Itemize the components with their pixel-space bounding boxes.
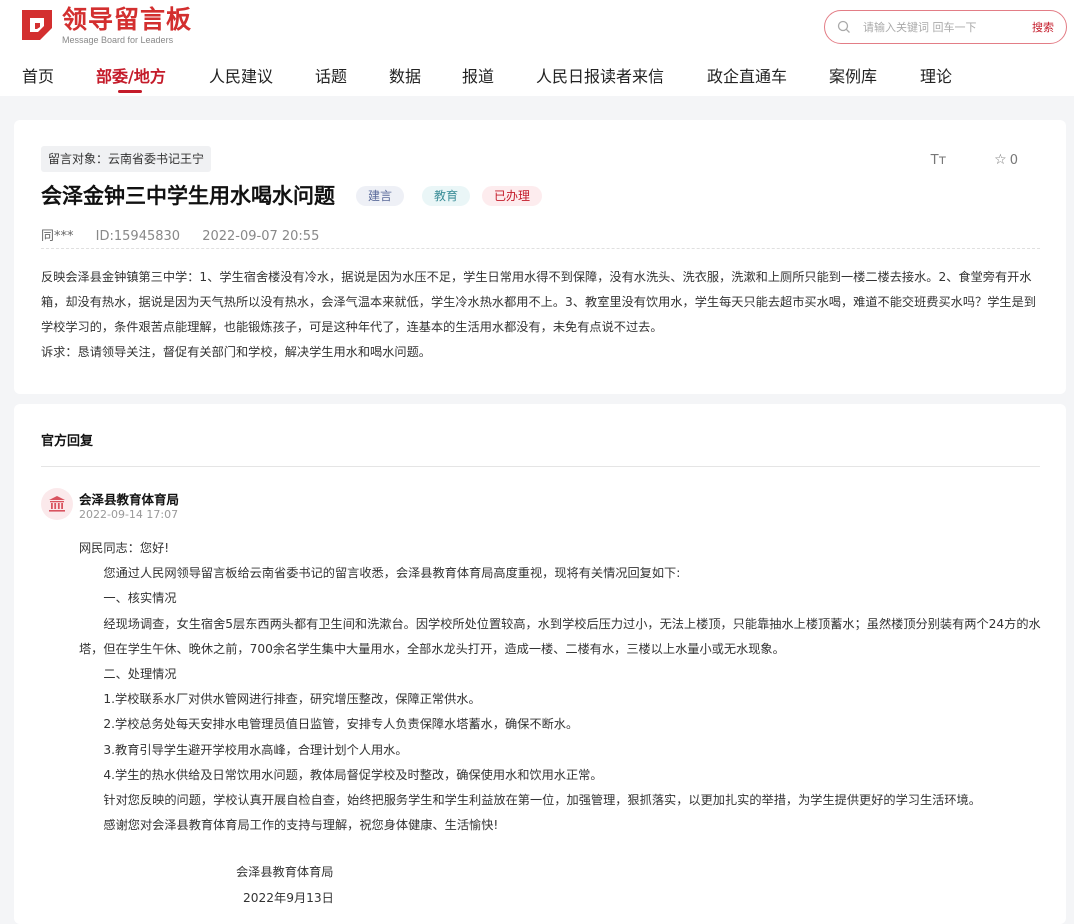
government-building-icon — [41, 488, 73, 520]
message-body: 反映会泽县金钟镇第三中学：1、学生宿舍楼没有冷水，据说是因为水压不足，学生日常用… — [41, 270, 1036, 334]
message-appeal: 诉求：恳请领导关注，督促有关部门和学校，解决学生用水和喝水问题。 — [41, 345, 431, 359]
reply-card: 官方回复 会泽县教育体育局 2022-09-14 17:07 网民同志：您好! … — [14, 404, 1066, 924]
reply-signature-date: 2022年9月13日 — [243, 891, 334, 905]
reply-heading: 官方回复 — [41, 434, 94, 449]
nav-item-reports[interactable]: 报道 — [462, 63, 494, 87]
tag-education[interactable]: 教育 — [422, 186, 471, 206]
reply-section-title: 二、处理情况 — [103, 667, 177, 682]
logo-subtitle: Message Board for Leaders — [62, 35, 174, 45]
search-icon — [837, 20, 850, 33]
divider — [41, 466, 1040, 467]
search-box[interactable]: 请输入关键词 回车一下 搜索 — [824, 10, 1067, 44]
site-logo[interactable]: 领导留言板 Message Board for Leaders — [20, 6, 192, 45]
divider — [41, 248, 1040, 249]
nav-item-business-express[interactable]: 政企直通车 — [707, 63, 787, 87]
reply-paragraph: 您通过人民网领导留言板给云南省委书记的留言收悉，会泽县教育体育局高度重视，现将有… — [103, 566, 681, 581]
reply-org-name: 会泽县教育体育局 — [79, 492, 180, 507]
nav-item-reader-letters[interactable]: 人民日报读者来信 — [536, 63, 664, 87]
nav-item-data[interactable]: 数据 — [389, 63, 421, 87]
reply-greeting: 网民同志：您好! — [79, 541, 170, 555]
message-content: 反映会泽县金钟镇第三中学：1、学生宿舍楼没有冷水，据说是因为水压不足，学生日常用… — [41, 265, 1040, 365]
nav-item-suggestions[interactable]: 人民建议 — [209, 63, 273, 87]
message-tools: Tт ☆ 0 — [931, 152, 1018, 168]
message-author: 同*** — [41, 229, 74, 244]
reply-list-item: 3.教育引导学生避开学校用水高峰，合理计划个人用水。 — [103, 742, 408, 757]
favorite-count: 0 — [1009, 152, 1018, 168]
message-meta: 同*** ID:15945830 2022-09-07 20:55 — [41, 225, 337, 244]
nav-active-indicator — [118, 90, 142, 93]
nav-item-ministries-local[interactable]: 部委/地方 — [96, 63, 166, 87]
font-size-button[interactable]: Tт — [931, 153, 947, 168]
reply-signature-org: 会泽县教育体育局 — [236, 865, 334, 879]
message-card: 留言对象：云南省委书记王宁 Tт ☆ 0 会泽金钟三中学生用水喝水问题 建言 教… — [14, 120, 1066, 394]
message-title: 会泽金钟三中学生用水喝水问题 — [41, 184, 335, 208]
reply-paragraph: 经现场调查，女生宿舍5层东西两头都有卫生间和洗漱台。因学校所处位置较高，水到学校… — [79, 616, 1041, 656]
logo-title: 领导留言板 — [62, 5, 193, 34]
message-id: ID:15945830 — [95, 229, 181, 244]
reply-body: 网民同志：您好! 您通过人民网领导留言板给云南省委书记的留言收悉，会泽县教育体育… — [79, 536, 1044, 838]
nav-item-home[interactable]: 首页 — [22, 63, 54, 87]
reply-paragraph: 针对您反映的问题，学校认真开展自检自查，始终把服务学生和学生利益放在第一位，加强… — [103, 793, 981, 808]
top-header: 领导留言板 Message Board for Leaders 请输入关键词 回… — [0, 0, 1074, 96]
search-button[interactable]: 搜索 — [1032, 19, 1054, 35]
nav-item-theory[interactable]: 理论 — [920, 63, 952, 87]
nav-item-cases[interactable]: 案例库 — [829, 63, 877, 87]
reply-list-item: 4.学生的热水供给及日常饮用水问题，教体局督促学校及时整改，确保使用水和饮用水正… — [103, 767, 603, 782]
logo-mark-icon — [20, 8, 54, 42]
reply-date: 2022-09-14 17:07 — [79, 508, 179, 521]
tag-suggestion[interactable]: 建言 — [356, 186, 405, 206]
star-icon: ☆ — [994, 152, 1007, 168]
reply-list-item: 2.学校总务处每天安排水电管理员值日监管，安排专人负责保障水塔蓄水，确保不断水。 — [103, 717, 579, 732]
reply-section-title: 一、核实情况 — [103, 591, 177, 606]
search-input[interactable]: 请输入关键词 回车一下 — [863, 19, 1032, 35]
message-datetime: 2022-09-07 20:55 — [202, 229, 320, 244]
favorite-button[interactable]: ☆ 0 — [994, 152, 1018, 168]
reply-paragraph: 感谢您对会泽县教育体育局工作的支持与理解，祝您身体健康、生活愉快! — [103, 818, 499, 833]
reply-list-item: 1.学校联系水厂对供水管网进行排查，研究增压整改，保障正常供水。 — [103, 692, 481, 707]
message-target: 留言对象：云南省委书记王宁 — [41, 146, 212, 172]
tag-status-handled: 已办理 — [482, 186, 543, 206]
nav-item-topics[interactable]: 话题 — [315, 63, 347, 87]
main-nav: 首页 部委/地方 人民建议 话题 数据 报道 人民日报读者来信 政企直通车 案例… — [0, 60, 1074, 96]
